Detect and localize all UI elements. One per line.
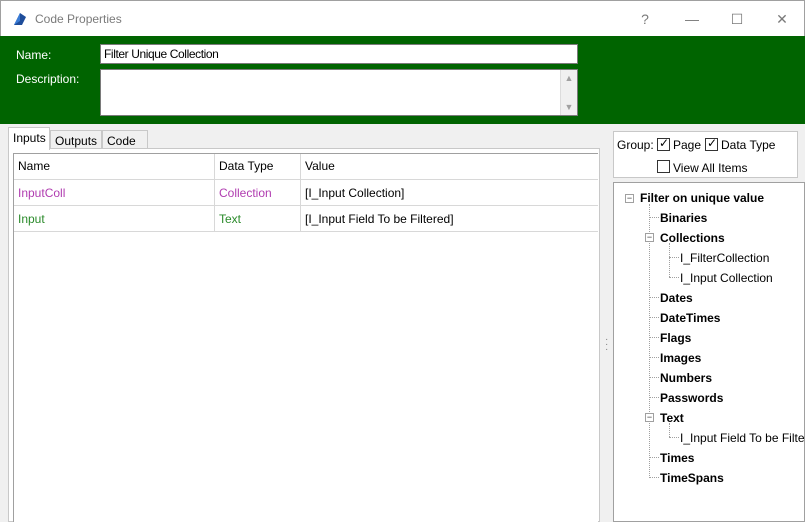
group-page-checkbox[interactable]: ✓ (657, 136, 670, 151)
collapse-icon[interactable]: − (625, 194, 634, 203)
tree-item-input-field[interactable]: I_Input Field To be Filtered (680, 431, 804, 445)
tree-connector (649, 217, 659, 218)
description-textarea[interactable]: ▲ ▼ (100, 69, 578, 116)
maximize-button[interactable]: ☐ (722, 7, 752, 31)
panel-splitter[interactable]: · · · (603, 127, 611, 522)
tree-connector (649, 397, 659, 398)
tree-item-flags[interactable]: Flags (660, 331, 691, 345)
close-button[interactable]: ✕ (767, 7, 797, 31)
tree-connector (669, 243, 670, 277)
table-row[interactable]: InputColl Collection [I_Input Collection… (14, 180, 598, 206)
group-page-label[interactable]: Page (673, 138, 701, 152)
tree-connector (649, 357, 659, 358)
collapse-icon[interactable]: − (645, 413, 654, 422)
group-options: Group: ✓ Page ✓ Data Type View All Items (613, 131, 798, 178)
tree-connector (669, 437, 679, 438)
grip-icon[interactable]: · · · (605, 335, 608, 357)
tree-item-passwords[interactable]: Passwords (660, 391, 723, 405)
table-row[interactable]: Input Text [I_Input Field To be Filtered… (14, 206, 598, 232)
checkmark-icon: ✓ (707, 136, 718, 150)
tree-item-text[interactable]: Text (660, 411, 684, 425)
tree-item-times[interactable]: Times (660, 451, 694, 465)
column-header-value[interactable]: Value (300, 154, 599, 179)
group-data-type-label[interactable]: Data Type (721, 138, 775, 152)
help-button[interactable]: ? (630, 7, 660, 31)
checkmark-icon: ✓ (659, 136, 670, 150)
minimize-button[interactable]: — (677, 7, 707, 31)
tree-item-filter-collection[interactable]: I_FilterCollection (680, 251, 769, 265)
properties-header: Name: Description: ▲ ▼ (0, 36, 805, 124)
tree-item-input-collection[interactable]: I_Input Collection (680, 271, 773, 285)
app-icon (14, 13, 26, 25)
tab-inputs[interactable]: Inputs (8, 127, 50, 150)
tree-connector (649, 457, 659, 458)
inputs-grid: Name Data Type Value InputColl Collectio… (13, 153, 598, 522)
cell-value[interactable]: [I_Input Field To be Filtered] (300, 206, 599, 231)
tree-root[interactable]: Filter on unique value (640, 191, 764, 205)
tree-item-images[interactable]: Images (660, 351, 701, 365)
view-all-items-label[interactable]: View All Items (673, 161, 747, 175)
grid-header: Name Data Type Value (14, 154, 598, 180)
name-label: Name: (16, 48, 52, 62)
tree-item-numbers[interactable]: Numbers (660, 371, 712, 385)
cell-name[interactable]: Input (14, 206, 214, 231)
column-header-name[interactable]: Name (14, 154, 214, 179)
data-items-tree: − Filter on unique value Binaries − Coll… (613, 182, 805, 522)
description-scrollbar[interactable]: ▲ ▼ (560, 70, 577, 115)
group-data-type-checkbox[interactable]: ✓ (705, 136, 718, 151)
tree-connector (649, 377, 659, 378)
view-all-items-checkbox[interactable] (657, 160, 670, 173)
tree-item-timespans[interactable]: TimeSpans (660, 471, 724, 485)
collapse-icon[interactable]: − (645, 233, 654, 242)
scroll-up-icon[interactable]: ▲ (564, 73, 574, 83)
tree-connector (669, 277, 679, 278)
inputs-panel: Name Data Type Value InputColl Collectio… (8, 148, 600, 522)
tree-item-dates[interactable]: Dates (660, 291, 693, 305)
tree-connector (669, 423, 670, 437)
description-label: Description: (16, 72, 80, 86)
tab-outputs[interactable]: Outputs (50, 130, 102, 150)
scroll-down-icon[interactable]: ▼ (564, 102, 574, 112)
tree-connector (649, 317, 659, 318)
tree-connector (649, 204, 650, 478)
tree-connector (669, 257, 679, 258)
column-header-data-type[interactable]: Data Type (214, 154, 300, 179)
tab-code[interactable]: Code (102, 130, 148, 150)
window-title: Code Properties (35, 12, 122, 26)
tree-item-binaries[interactable]: Binaries (660, 211, 707, 225)
name-input[interactable] (100, 44, 578, 64)
cell-data-type[interactable]: Text (214, 206, 300, 231)
tree-connector (649, 297, 659, 298)
tree-item-datetimes[interactable]: DateTimes (660, 311, 720, 325)
cell-name[interactable]: InputColl (14, 180, 214, 205)
cell-data-type[interactable]: Collection (214, 180, 300, 205)
tree-connector (649, 477, 659, 478)
title-bar: Code Properties ? — ☐ ✕ (0, 0, 805, 36)
tree-connector (649, 337, 659, 338)
cell-value[interactable]: [I_Input Collection] (300, 180, 599, 205)
group-label: Group: (617, 138, 654, 152)
